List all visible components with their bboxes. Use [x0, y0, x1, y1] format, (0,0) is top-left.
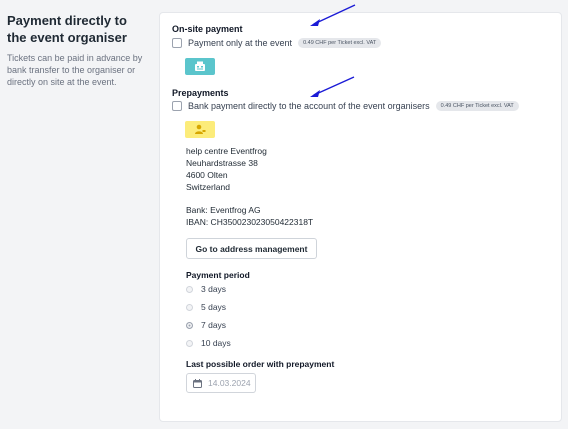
radio-label: 7 days: [201, 320, 227, 330]
payment-period-option[interactable]: 10 days: [186, 338, 231, 348]
address-management-button[interactable]: Go to address management: [186, 238, 317, 259]
cash-register-icon: [185, 58, 215, 75]
last-order-date-input[interactable]: 14.03.2024: [186, 373, 256, 393]
payment-period-option[interactable]: 3 days: [186, 284, 226, 294]
bank-payment-fee-badge: 0.49 CHF per Ticket excl. VAT: [435, 101, 519, 111]
annotation-arrow-prepayments: [310, 76, 355, 97]
last-order-date-value: 14.03.2024: [208, 378, 251, 388]
section-intro: Payment directly to the event organiser …: [7, 12, 147, 88]
bank-payment-checkbox[interactable]: [172, 101, 182, 111]
section-description: Tickets can be paid in advance by bank t…: [7, 53, 143, 87]
last-order-label: Last possible order with prepayment: [186, 359, 335, 369]
bank-name: Bank: Eventfrog AG: [186, 205, 261, 215]
bank-user-icon: [185, 121, 215, 138]
onsite-checkbox-label: Payment only at the event: [188, 38, 293, 48]
address-line: help centre Eventfrog: [186, 146, 267, 156]
radio-label: 10 days: [201, 338, 231, 348]
radio-button[interactable]: [186, 285, 193, 293]
radio-button-selected[interactable]: [186, 321, 193, 329]
onsite-checkbox-row[interactable]: Payment only at the event 0.49 CHF per T…: [172, 38, 382, 48]
address-line: Switzerland: [186, 182, 230, 192]
radio-label: 5 days: [201, 302, 227, 312]
onsite-fee-badge: 0.49 CHF per Ticket excl. VAT: [298, 38, 382, 48]
address-line: 4600 Olten: [186, 170, 228, 180]
payment-period-label: Payment period: [186, 270, 250, 280]
address-line: Neuhardstrasse 38: [186, 158, 258, 168]
annotation-arrow-onsite: [310, 4, 356, 26]
onsite-checkbox[interactable]: [172, 38, 182, 48]
radio-button[interactable]: [186, 303, 193, 311]
section-title: Payment directly to the event organiser: [7, 13, 127, 45]
bank-details: Bank: Eventfrog AG IBAN: CH3500230230504…: [186, 204, 313, 228]
radio-button[interactable]: [186, 339, 193, 347]
organiser-address: help centre Eventfrog Neuhardstrasse 38 …: [186, 145, 267, 193]
calendar-icon: [193, 378, 202, 388]
radio-label: 3 days: [201, 284, 227, 294]
onsite-heading: On-site payment: [172, 24, 243, 34]
payment-period-option[interactable]: 5 days: [186, 302, 226, 312]
prepayments-heading: Prepayments: [172, 88, 229, 98]
iban: IBAN: CH350023023050422318T: [186, 217, 314, 227]
payment-period-option[interactable]: 7 days: [186, 320, 226, 330]
